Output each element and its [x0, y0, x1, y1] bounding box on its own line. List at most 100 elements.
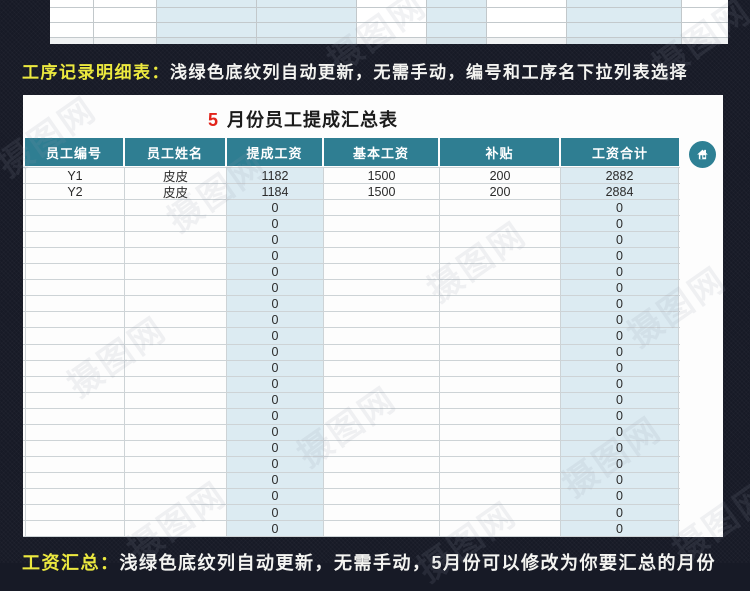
table-cell[interactable]: 0	[561, 200, 679, 216]
table-cell[interactable]	[440, 440, 561, 456]
table-cell[interactable]	[440, 200, 561, 216]
table-cell[interactable]	[125, 488, 227, 504]
table-cell[interactable]	[440, 521, 561, 537]
table-cell[interactable]	[324, 392, 440, 408]
home-button[interactable]	[689, 141, 716, 168]
table-cell[interactable]	[324, 521, 440, 537]
table-cell[interactable]	[25, 408, 125, 424]
table-row[interactable]: 00	[23, 456, 680, 473]
header-cell-commission[interactable]: 提成工资	[227, 138, 322, 166]
table-cell[interactable]: 1500	[324, 184, 440, 200]
table-cell[interactable]	[440, 360, 561, 376]
table-cell[interactable]	[125, 472, 227, 488]
table-row[interactable]: 00	[23, 521, 680, 538]
table-cell[interactable]	[324, 504, 440, 521]
table-cell[interactable]	[324, 424, 440, 440]
table-cell[interactable]: 0	[227, 376, 324, 392]
table-row[interactable]: 00	[23, 360, 680, 377]
table-cell[interactable]: 0	[227, 472, 324, 488]
table-cell[interactable]: 200	[440, 168, 561, 184]
table-cell[interactable]: 0	[561, 392, 679, 408]
table-cell[interactable]: 0	[227, 328, 324, 344]
table-row[interactable]: 00	[23, 472, 680, 489]
header-cell-subsidy[interactable]: 补贴	[440, 138, 559, 166]
table-cell[interactable]	[125, 440, 227, 456]
table-cell[interactable]	[25, 424, 125, 440]
table-row[interactable]: 00	[23, 264, 680, 281]
table-cell[interactable]	[25, 456, 125, 472]
table-cell[interactable]: 0	[561, 424, 679, 440]
table-cell[interactable]: 0	[227, 312, 324, 328]
table-cell[interactable]	[25, 504, 125, 521]
table-cell[interactable]	[125, 200, 227, 216]
table-cell[interactable]: 0	[561, 296, 679, 312]
table-cell[interactable]	[324, 248, 440, 264]
table-cell[interactable]: 0	[561, 328, 679, 344]
table-cell[interactable]	[440, 392, 561, 408]
table-cell[interactable]	[125, 344, 227, 360]
table-cell[interactable]: 0	[227, 280, 324, 296]
table-row[interactable]: 00	[23, 328, 680, 345]
table-cell[interactable]: 0	[227, 296, 324, 312]
table-cell[interactable]	[25, 296, 125, 312]
table-row[interactable]: 00	[23, 376, 680, 393]
table-cell[interactable]	[25, 328, 125, 344]
header-cell-employee-name[interactable]: 员工姓名	[125, 138, 225, 166]
table-cell[interactable]: 0	[227, 456, 324, 472]
header-cell-employee-id[interactable]: 员工编号	[25, 138, 123, 166]
table-cell[interactable]: 0	[561, 216, 679, 232]
table-cell[interactable]	[440, 424, 561, 440]
table-cell[interactable]	[440, 280, 561, 296]
table-row[interactable]: 00	[23, 312, 680, 329]
table-row[interactable]: 00	[23, 440, 680, 457]
table-cell[interactable]: 0	[561, 472, 679, 488]
table-cell[interactable]: 0	[561, 408, 679, 424]
table-cell[interactable]	[440, 216, 561, 232]
table-row[interactable]: Y2 皮皮 1184 1500 200 2884	[23, 184, 680, 201]
table-cell[interactable]	[25, 200, 125, 216]
table-cell[interactable]	[440, 488, 561, 504]
table-cell[interactable]	[324, 264, 440, 280]
table-cell[interactable]: 0	[227, 504, 324, 521]
table-cell[interactable]: 0	[227, 248, 324, 264]
table-cell[interactable]: 0	[561, 521, 679, 537]
table-row[interactable]: 00	[23, 296, 680, 313]
table-cell[interactable]: 0	[561, 488, 679, 504]
table-cell[interactable]	[440, 376, 561, 392]
table-cell[interactable]	[324, 296, 440, 312]
table-cell[interactable]: 0	[227, 344, 324, 360]
table-cell[interactable]	[440, 232, 561, 248]
table-cell[interactable]: 0	[227, 232, 324, 248]
table-cell[interactable]: 0	[227, 521, 324, 537]
table-cell[interactable]: 0	[561, 280, 679, 296]
table-cell[interactable]: 0	[561, 440, 679, 456]
table-cell[interactable]: 2884	[561, 184, 679, 200]
table-cell[interactable]	[440, 264, 561, 280]
header-cell-base-salary[interactable]: 基本工资	[324, 138, 438, 166]
table-cell[interactable]	[125, 521, 227, 537]
table-row[interactable]: 00	[23, 504, 680, 522]
table-row[interactable]: 00	[23, 344, 680, 361]
table-cell[interactable]: 0	[561, 504, 679, 521]
table-cell[interactable]	[125, 456, 227, 472]
table-cell[interactable]	[324, 360, 440, 376]
table-cell[interactable]	[125, 328, 227, 344]
table-cell[interactable]: 0	[227, 488, 324, 504]
table-cell[interactable]	[324, 200, 440, 216]
table-cell[interactable]: 0	[227, 440, 324, 456]
table-cell[interactable]	[25, 488, 125, 504]
table-row[interactable]: 00	[23, 200, 680, 217]
table-cell[interactable]	[25, 376, 125, 392]
table-cell[interactable]: 0	[561, 232, 679, 248]
table-cell[interactable]	[125, 232, 227, 248]
table-cell[interactable]	[25, 472, 125, 488]
table-cell[interactable]	[324, 312, 440, 328]
table-cell[interactable]	[440, 296, 561, 312]
table-cell[interactable]	[125, 312, 227, 328]
table-cell[interactable]	[440, 248, 561, 264]
table-cell[interactable]	[324, 472, 440, 488]
table-cell[interactable]: 2882	[561, 168, 679, 184]
table-cell[interactable]	[324, 408, 440, 424]
table-cell[interactable]	[125, 392, 227, 408]
table-cell[interactable]: 0	[561, 360, 679, 376]
